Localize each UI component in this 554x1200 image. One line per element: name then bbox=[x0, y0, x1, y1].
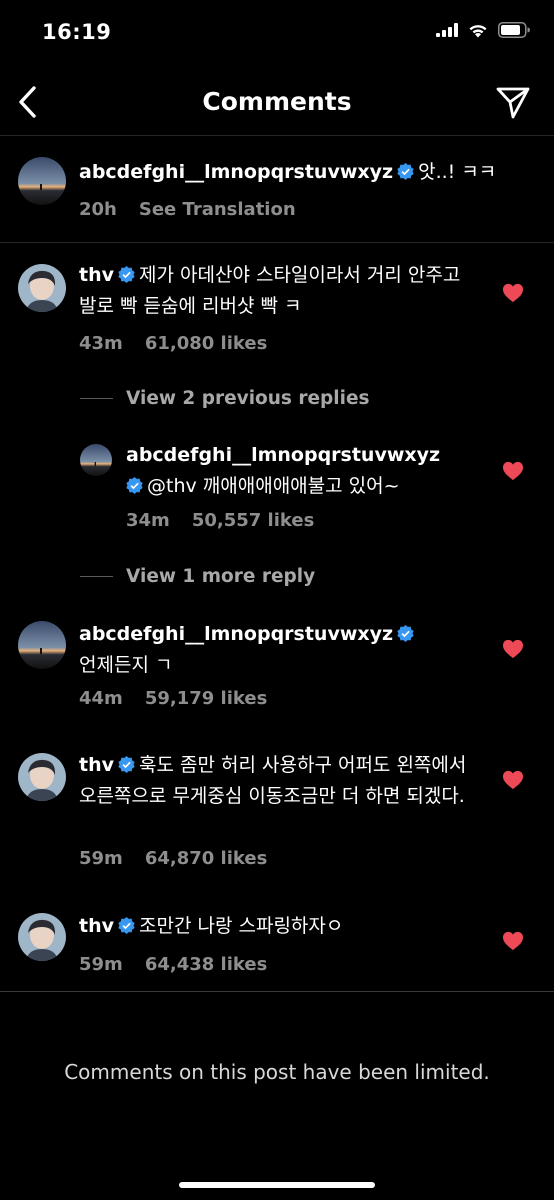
comment-username[interactable]: abcdefghi__lmnopqrstuvwxyz bbox=[126, 444, 440, 466]
status-icons bbox=[436, 22, 530, 38]
comment-time: 34m bbox=[126, 510, 170, 531]
profile-avatar-image bbox=[18, 753, 66, 801]
like-count[interactable]: 61,080 likes bbox=[145, 333, 267, 354]
comment-username[interactable]: thv bbox=[79, 264, 114, 286]
home-indicator[interactable] bbox=[179, 1182, 375, 1188]
view-more-replies[interactable]: View 1 more reply bbox=[80, 566, 315, 587]
like-count[interactable]: 59,179 likes bbox=[145, 688, 267, 709]
comments-limited-notice: Comments on this post have been limited. bbox=[64, 1060, 490, 1084]
divider bbox=[0, 991, 554, 992]
reply-thread-line bbox=[80, 576, 113, 577]
avatar[interactable] bbox=[80, 444, 112, 476]
avatar[interactable] bbox=[18, 157, 66, 205]
sunset-avatar-image bbox=[80, 444, 112, 476]
verified-badge-icon bbox=[118, 756, 135, 773]
heart-like-icon[interactable] bbox=[502, 770, 524, 790]
like-count[interactable]: 64,438 likes bbox=[145, 954, 267, 975]
sunset-avatar-image bbox=[18, 157, 66, 205]
page-title: Comments bbox=[202, 87, 352, 116]
verified-badge-icon bbox=[397, 625, 414, 642]
view-previous-replies[interactable]: View 2 previous replies bbox=[80, 388, 370, 409]
comment-text: 앗..! ㅋㅋ bbox=[418, 161, 497, 183]
view-replies-label: View 2 previous replies bbox=[126, 388, 370, 409]
status-time: 16:19 bbox=[42, 20, 112, 44]
profile-avatar-image bbox=[18, 264, 66, 312]
comment-item: thv 조만간 나랑 스파링하자ㅇ 59m 64,438 likes bbox=[0, 893, 554, 991]
heart-like-icon[interactable] bbox=[502, 461, 524, 481]
reply-thread-line bbox=[80, 398, 113, 399]
comment-item: thv 훅도 좀만 허리 사용하구 어퍼도 왼쪽에서 오른쪽으로 무게중심 이동조… bbox=[0, 733, 554, 893]
comment-time: 44m bbox=[79, 688, 123, 709]
nav-bar: Comments bbox=[0, 70, 554, 136]
comment-text: 제가 아데산야 스타일이라서 거리 안주고 발로 빡 듣숨에 리버샷 빡 ㅋ bbox=[79, 264, 461, 317]
comment-username[interactable]: abcdefghi__lmnopqrstuvwxyz bbox=[79, 161, 393, 183]
battery-icon bbox=[498, 22, 530, 38]
comment-time: 59m bbox=[79, 848, 123, 869]
reply-item: abcdefghi__lmnopqrstuvwxyz @thv 깨애애애애애불고 … bbox=[0, 430, 554, 550]
profile-avatar-image bbox=[18, 913, 66, 961]
comment-text: 조만간 나랑 스파링하자ㅇ bbox=[139, 915, 344, 937]
heart-like-icon[interactable] bbox=[502, 931, 524, 951]
comment-time: 59m bbox=[79, 954, 123, 975]
caption-comment: abcdefghi__lmnopqrstuvwxyz 앗..! ㅋㅋ 20h See… bbox=[0, 137, 554, 243]
verified-badge-icon bbox=[397, 163, 414, 180]
heart-like-icon[interactable] bbox=[502, 283, 524, 303]
status-bar: 16:19 bbox=[0, 0, 554, 66]
avatar[interactable] bbox=[18, 913, 66, 961]
share-paper-plane-icon[interactable] bbox=[494, 83, 532, 121]
comment-username[interactable]: thv bbox=[79, 915, 114, 937]
avatar[interactable] bbox=[18, 753, 66, 801]
comment-item: abcdefghi__lmnopqrstuvwxyz 언제든지 ㄱ 44m 59,1… bbox=[0, 603, 554, 733]
like-count[interactable]: 50,557 likes bbox=[192, 510, 314, 531]
comment-username[interactable]: thv bbox=[79, 754, 114, 776]
view-replies-label: View 1 more reply bbox=[126, 566, 316, 587]
cellular-signal-icon bbox=[436, 23, 458, 37]
verified-badge-icon bbox=[118, 266, 135, 283]
comment-item: thv 제가 아데산야 스타일이라서 거리 안주고 발로 빡 듣숨에 리버샷 빡 … bbox=[0, 243, 554, 371]
sunset-avatar-image bbox=[18, 621, 66, 669]
avatar[interactable] bbox=[18, 264, 66, 312]
comment-time: 20h bbox=[79, 199, 117, 220]
wifi-icon bbox=[469, 24, 487, 37]
comment-username[interactable]: abcdefghi__lmnopqrstuvwxyz bbox=[79, 623, 393, 645]
avatar[interactable] bbox=[18, 621, 66, 669]
verified-badge-icon bbox=[126, 477, 143, 494]
comment-text: @thv 깨애애애애애불고 있어~ bbox=[147, 475, 400, 497]
comment-time: 43m bbox=[79, 333, 123, 354]
see-translation-link[interactable]: See Translation bbox=[139, 199, 296, 220]
verified-badge-icon bbox=[118, 917, 135, 934]
comment-text: 언제든지 ㄱ bbox=[79, 654, 173, 676]
like-count[interactable]: 64,870 likes bbox=[145, 848, 267, 869]
heart-like-icon[interactable] bbox=[502, 639, 524, 659]
comment-text: 훅도 좀만 허리 사용하구 어퍼도 왼쪽에서 오른쪽으로 무게중심 이동조금만 … bbox=[79, 754, 467, 807]
